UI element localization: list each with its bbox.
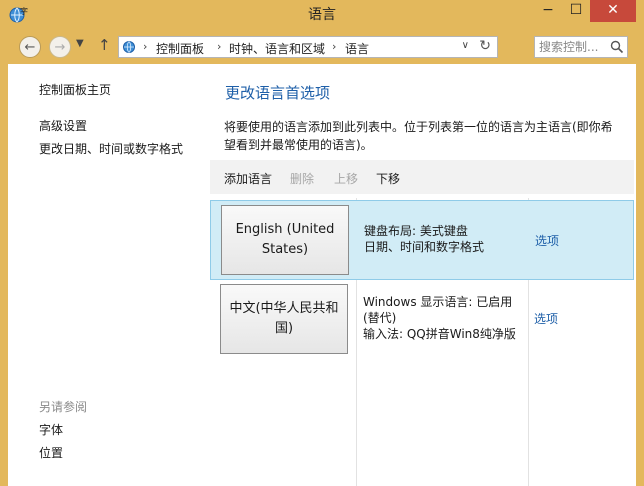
up-button[interactable]: ↑ [98,36,111,54]
language-info-format: 日期、时间和数字格式 [364,240,485,254]
window-frame-right [636,30,644,486]
language-name-button[interactable]: English (United States) [221,205,349,275]
language-window: 字 语言 − ☐ ✕ ← → ▼ ↑ › 控制面板 › 时钟、语言和区域 › 语… [0,0,644,486]
refresh-icon[interactable]: ↻ [479,38,491,54]
sidebar-link-advanced-settings[interactable]: 高级设置 [39,117,87,134]
see-also-link-location[interactable]: 位置 [39,444,63,461]
title-bar[interactable]: 字 语言 − ☐ ✕ [0,0,644,30]
recent-locations-icon[interactable]: ▼ [76,38,84,49]
back-button[interactable]: ← [19,36,41,58]
sidebar-link-control-panel-home[interactable]: 控制面板主页 [39,81,111,98]
window-frame-left [0,30,8,486]
page-description: 将要使用的语言添加到此列表中。位于列表第一位的语言为主语言(即你希望看到并最常使… [224,120,613,152]
maximize-button[interactable]: ☐ [562,0,590,22]
breadcrumb-separator[interactable]: › [332,40,336,53]
breadcrumb-language[interactable]: 语言 [345,40,369,57]
breadcrumb-separator[interactable]: › [217,40,221,53]
remove-language-button[interactable]: 删除 [290,170,314,187]
language-toolbar: 添加语言 删除 上移 下移 [210,160,634,194]
language-list: English (United States) 键盘布局: 美式键盘 日期、时间… [210,198,634,486]
sidebar-link-change-date-time-format[interactable]: 更改日期、时间或数字格式 [39,140,183,157]
page-title: 更改语言首选项 [225,84,331,102]
minimize-button[interactable]: − [534,0,562,22]
see-also-heading: 另请参阅 [39,400,88,414]
address-bar[interactable]: › 控制面板 › 时钟、语言和区域 › 语言 ∨ ↻ [118,36,498,58]
language-control-panel-icon [123,41,135,53]
language-name-button[interactable]: 中文(中华人民共和国) [220,284,348,354]
see-also-link-fonts[interactable]: 字体 [39,421,63,438]
language-options-link[interactable]: 选项 [535,232,559,249]
add-language-button[interactable]: 添加语言 [224,170,272,187]
language-info-input-method: 输入法: QQ拼音Win8纯净版 [363,327,516,341]
search-input[interactable] [539,38,605,56]
address-dropdown-icon[interactable]: ∨ [462,40,469,51]
language-options-link[interactable]: 选项 [534,310,558,327]
forward-button[interactable]: → [49,36,71,58]
breadcrumb-control-panel[interactable]: 控制面板 [156,40,204,57]
navigation-bar: ← → ▼ ↑ › 控制面板 › 时钟、语言和区域 › 语言 ∨ ↻ [8,30,636,64]
close-button[interactable]: ✕ [590,0,636,22]
search-icon[interactable] [610,40,624,54]
language-info-keyboard: 键盘布局: 美式键盘 [364,224,468,238]
language-info-display-language: Windows 显示语言: 已启用(替代) [363,295,513,325]
breadcrumb-clock-language-region[interactable]: 时钟、语言和区域 [229,40,325,57]
breadcrumb-separator[interactable]: › [143,40,147,53]
move-down-button[interactable]: 下移 [376,170,400,187]
search-box[interactable] [534,36,628,58]
language-row-chinese[interactable]: 中文(中华人民共和国) Windows 显示语言: 已启用(替代) 输入法: Q… [210,280,634,360]
move-up-button[interactable]: 上移 [334,170,358,187]
language-row-english[interactable]: English (United States) 键盘布局: 美式键盘 日期、时间… [210,200,634,280]
